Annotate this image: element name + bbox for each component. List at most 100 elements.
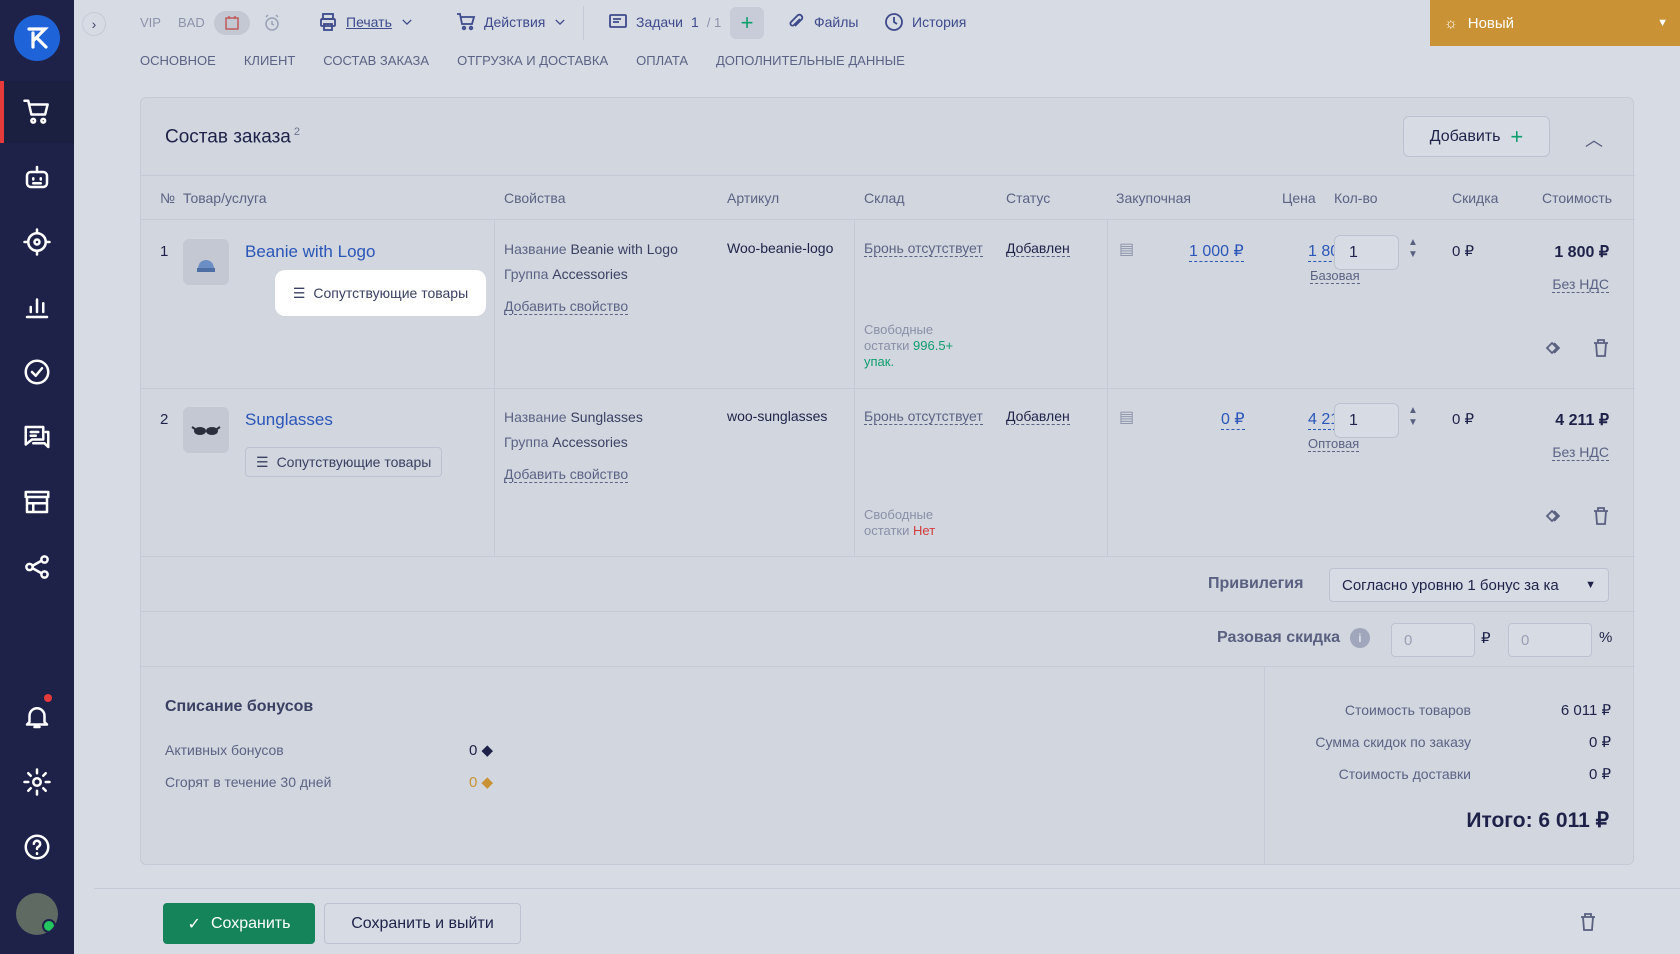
rub-unit: ₽ (1481, 630, 1491, 647)
alarm-icon[interactable] (262, 13, 282, 36)
save-and-exit-button[interactable]: Сохранить и выйти (324, 903, 521, 944)
history-label: История (912, 14, 967, 30)
cart-small-icon (457, 13, 476, 31)
chevron-down-icon (402, 19, 412, 25)
add-item-button[interactable]: Добавить + (1403, 116, 1550, 157)
sidebar-item-store[interactable] (0, 471, 74, 533)
active-bonus-label: Активных бонусов (165, 742, 284, 758)
col-purchase: Закупочная (1116, 190, 1191, 206)
comment-icon[interactable]: ▤ (1119, 239, 1134, 259)
sidebar-item-notifications[interactable] (0, 686, 74, 748)
user-avatar[interactable] (16, 893, 58, 935)
tab-order-items[interactable]: Состав заказа (323, 53, 429, 68)
free-stock: Свободные остатки Нет (864, 507, 936, 538)
price-type[interactable]: Базовая (1310, 268, 1360, 284)
tab-additional[interactable]: Дополнительные данные (716, 53, 905, 68)
expiring-bonus-label: Сгорят в течение 30 дней (165, 774, 332, 790)
quantity-stepper[interactable]: ▲ ▼ (1408, 405, 1418, 429)
sidebar-item-reports[interactable] (0, 276, 74, 338)
tasks-total: / 1 (706, 14, 722, 30)
comment-icon[interactable]: ▤ (1119, 407, 1134, 427)
reserve-link[interactable]: Бронь отсутствует (864, 408, 983, 425)
discount-pct-input[interactable]: 0 (1508, 623, 1592, 657)
related-products-button[interactable]: ☰ Сопутствующие товары (245, 447, 443, 477)
trash-icon[interactable] (1589, 504, 1613, 533)
print-button[interactable]: Печать (318, 12, 414, 32)
discount-rub-input[interactable]: 0 (1391, 623, 1475, 657)
sidebar-item-orders[interactable] (0, 81, 74, 143)
delivery-cost-label: Стоимость доставки (1338, 766, 1471, 782)
add-property-link[interactable]: Добавить свойство (504, 298, 629, 315)
goods-cost-value: 6 011 ₽ (1560, 702, 1611, 719)
quantity-stepper[interactable]: ▲ ▼ (1408, 237, 1418, 261)
footer-bar: ✓ Сохранить Сохранить и выйти (94, 888, 1680, 954)
order-status-select[interactable]: ☼ Новый ▼ (1430, 0, 1680, 46)
add-property-link[interactable]: Добавить свойство (504, 466, 629, 483)
item-cost: 4 211 ₽ (1555, 412, 1609, 429)
col-cost: Стоимость (1542, 190, 1613, 206)
product-link[interactable]: Sunglasses (245, 410, 333, 430)
target-icon (23, 228, 51, 256)
main-area: › VIP BAD Печать Действия Задачи 1 / 1 + (82, 0, 1680, 954)
free-stock: Свободные остатки 996.5+ упак. (864, 322, 954, 369)
add-task-button[interactable]: + (730, 7, 764, 39)
print-label: Печать (346, 14, 392, 30)
tab-payment[interactable]: Оплата (636, 53, 688, 68)
sidebar-item-bots[interactable] (0, 146, 74, 208)
pct-unit: % (1599, 629, 1613, 646)
tasks-button[interactable]: Задачи 1 / 1 (608, 12, 721, 32)
order-items-count: 2 (293, 126, 300, 138)
sidebar-item-chats[interactable] (0, 406, 74, 468)
vip-tag[interactable]: VIP (140, 15, 161, 30)
tab-client[interactable]: Клиент (244, 53, 295, 68)
calendar-toggle[interactable] (214, 11, 250, 35)
expand-sidebar-button[interactable]: › (82, 12, 106, 36)
quantity-input[interactable]: 1 (1334, 235, 1399, 270)
tab-shipping[interactable]: Отгрузка и доставка (457, 53, 608, 68)
product-link[interactable]: Beanie with Logo (245, 242, 375, 262)
history-button[interactable]: История (884, 12, 966, 32)
purchase-price[interactable]: 1 000 ₽ (1189, 241, 1244, 262)
actions-button[interactable]: Действия (456, 12, 567, 32)
privilege-label: Привилегия (1208, 575, 1304, 592)
bonus-title: Списание бонусов (165, 698, 314, 715)
vat-link[interactable]: Без НДС (1552, 444, 1609, 461)
related-products-button[interactable]: ☰ Сопутствующие товары (281, 278, 480, 308)
item-status-link[interactable]: Добавлен (1006, 240, 1070, 257)
privilege-select[interactable]: Согласно уровню 1 бонус за ка ▼ (1329, 568, 1609, 602)
trash-icon[interactable] (1589, 336, 1613, 365)
item-status-link[interactable]: Добавлен (1006, 408, 1070, 425)
product-image[interactable] (183, 407, 229, 453)
vat-link[interactable]: Без НДС (1552, 276, 1609, 293)
info-icon[interactable]: i (1350, 628, 1370, 648)
sidebar-item-integrations[interactable] (0, 536, 74, 598)
tab-main[interactable]: Основное (140, 53, 216, 68)
split-icon[interactable] (1542, 504, 1566, 533)
product-image[interactable] (183, 239, 229, 285)
save-button[interactable]: ✓ Сохранить (163, 903, 315, 944)
reserve-link[interactable]: Бронь отсутствует (864, 240, 983, 257)
expiring-bonus-value: 0 ◆ (469, 774, 494, 791)
col-warehouse: Склад (864, 190, 905, 206)
sidebar-item-analytics[interactable] (0, 211, 74, 273)
sunglasses-icon (191, 426, 221, 435)
printer-icon (320, 13, 336, 31)
price-type[interactable]: Оптовая (1308, 436, 1360, 452)
sidebar-item-settings[interactable] (0, 751, 74, 813)
item-cost: 1 800 ₽ (1554, 244, 1609, 261)
collapse-icon[interactable]: ︿ (1585, 126, 1603, 152)
onetime-discount-label: Разовая скидка (1217, 629, 1340, 646)
delete-order-icon[interactable] (1576, 910, 1600, 939)
files-button[interactable]: Файлы (786, 12, 858, 32)
row-num: 2 (160, 411, 169, 428)
sidebar-item-help[interactable] (0, 816, 74, 878)
diamond-icon: ◆ (481, 742, 494, 759)
sidebar-item-tasks[interactable] (0, 341, 74, 403)
quantity-input[interactable]: 1 (1334, 403, 1399, 438)
cart-icon (23, 99, 49, 124)
app-logo[interactable] (14, 15, 60, 61)
paperclip-icon (789, 13, 804, 27)
split-icon[interactable] (1542, 336, 1566, 365)
bad-tag[interactable]: BAD (178, 15, 205, 30)
purchase-price[interactable]: 0 ₽ (1221, 409, 1245, 430)
